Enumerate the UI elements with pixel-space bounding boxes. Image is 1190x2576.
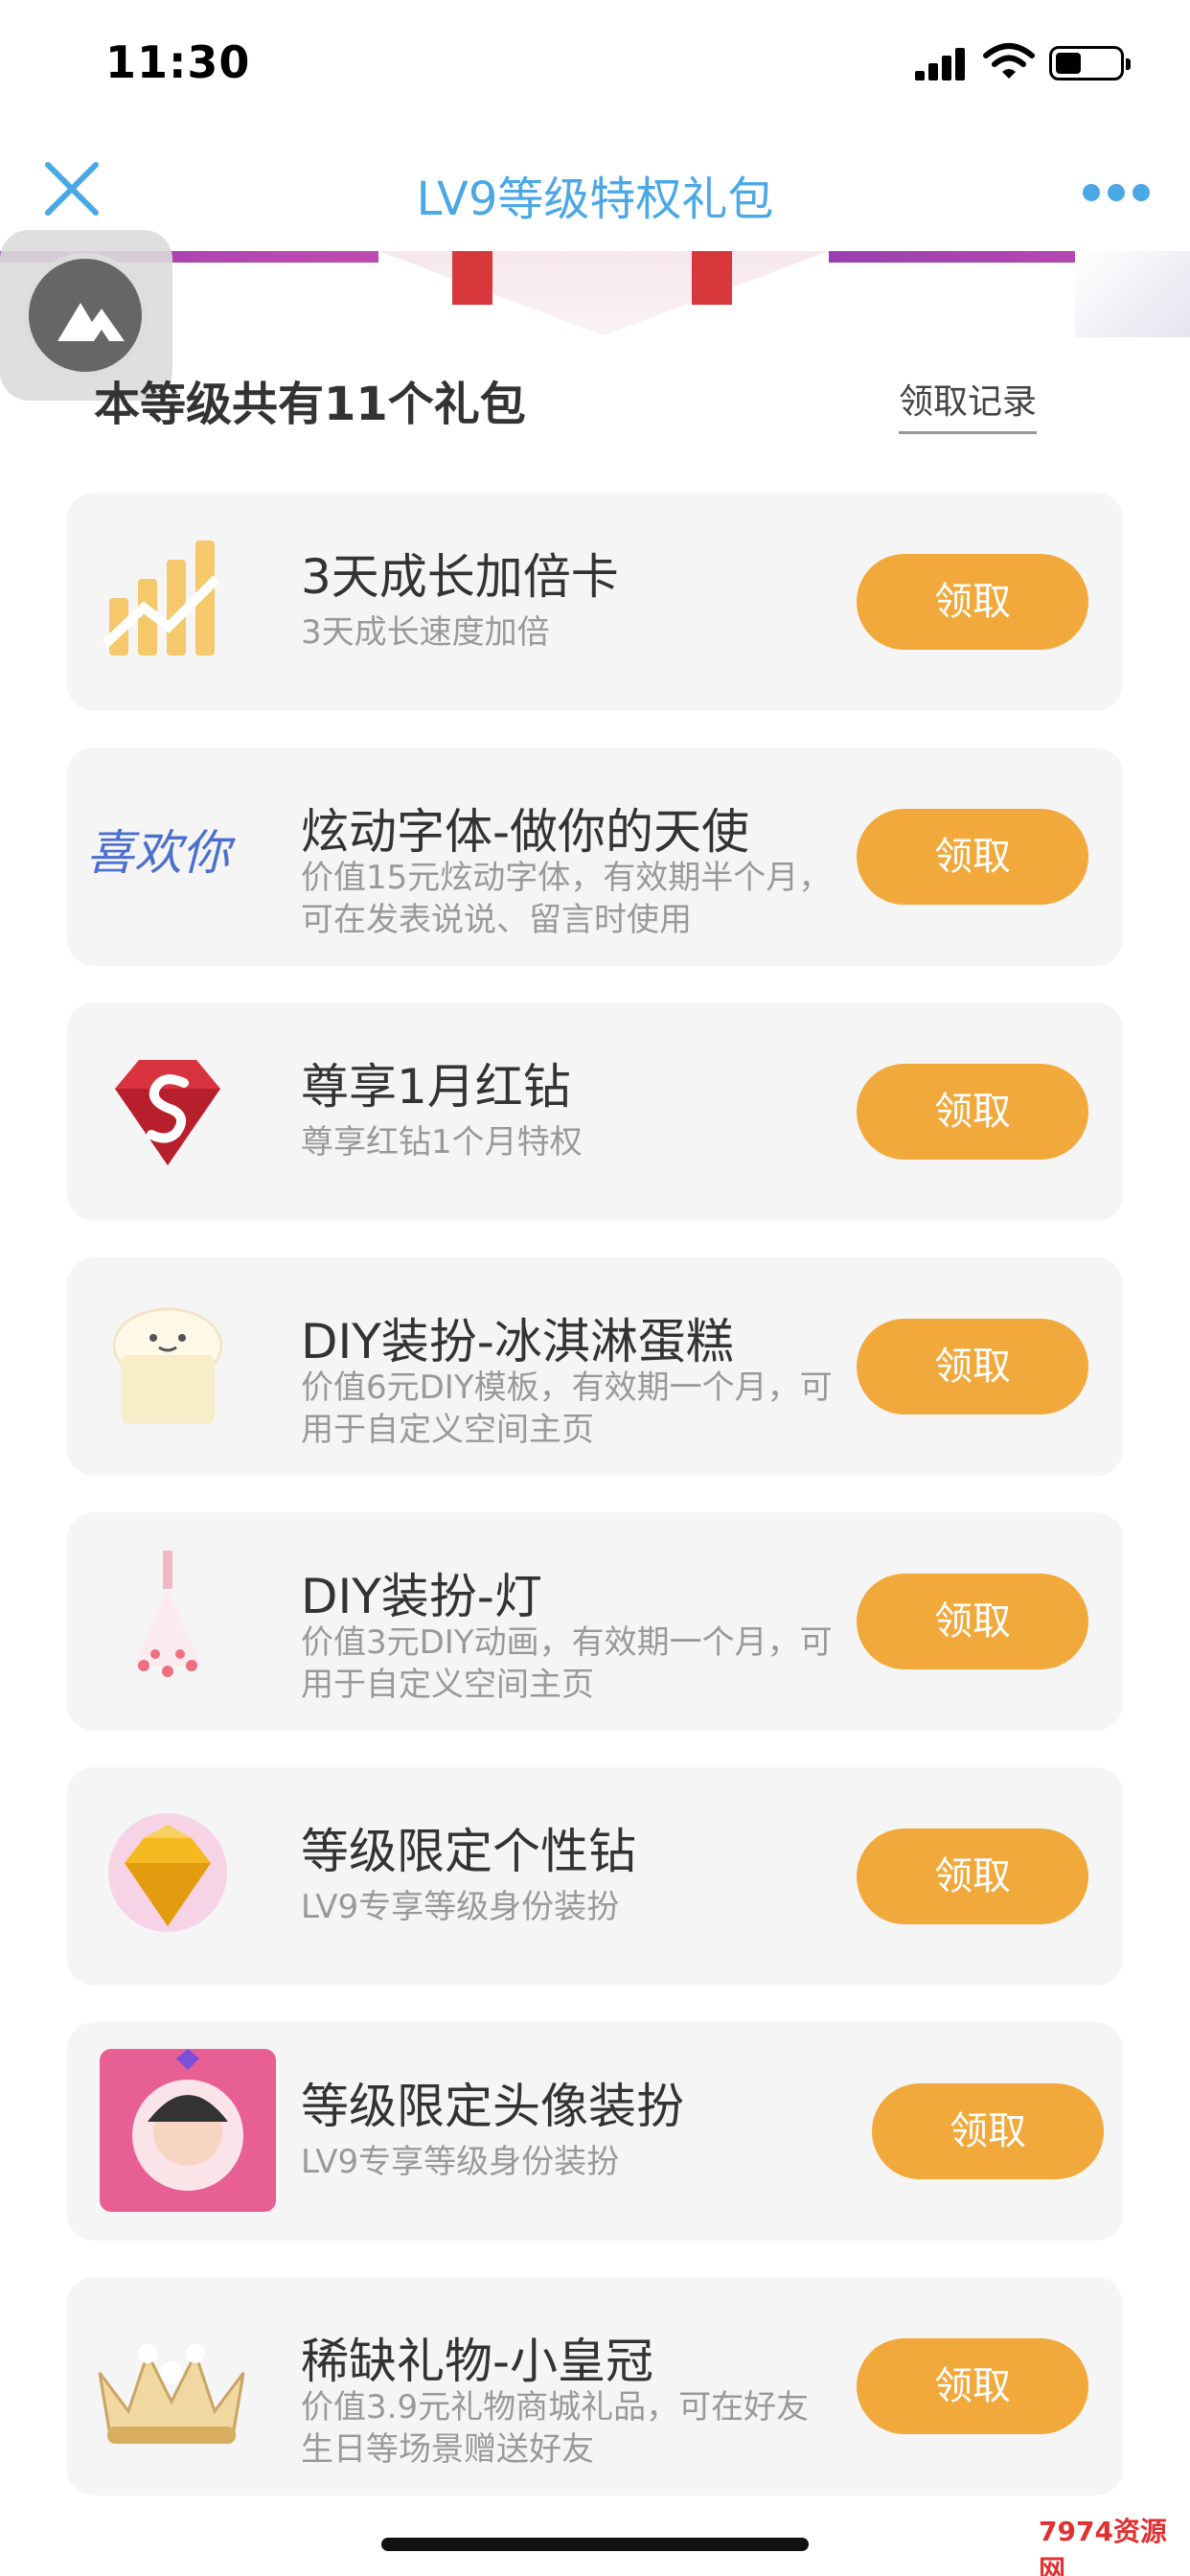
gift-desc: 价值3元DIY动画，有效期一个月，可用于自定义空间主页 bbox=[301, 1623, 833, 1704]
claim-button[interactable]: 领取 bbox=[857, 1319, 1088, 1414]
avatar-frame-icon bbox=[100, 2049, 276, 2212]
gift-banner bbox=[0, 251, 1190, 337]
light-hearts-icon bbox=[134, 1551, 201, 1677]
home-indicator bbox=[381, 2538, 809, 2551]
gift-desc: LV9专享等级身份装扮 bbox=[301, 1888, 620, 1926]
gift-desc: 3天成长速度加倍 bbox=[301, 613, 550, 652]
red-diamond-icon bbox=[115, 1060, 220, 1165]
gift-title: DIY装扮-灯 bbox=[301, 1569, 542, 1624]
gift-card: 等级限定个性钻 LV9专享等级身份装扮 领取 bbox=[67, 1767, 1123, 1986]
claim-button[interactable]: 领取 bbox=[857, 2338, 1088, 2434]
gift-title: 等级限定头像装扮 bbox=[301, 2079, 684, 2134]
gift-title: 炫动字体-做你的天使 bbox=[301, 804, 750, 860]
nav-bar: LV9等级特权礼包 bbox=[0, 126, 1190, 251]
claim-button[interactable]: 领取 bbox=[857, 554, 1088, 650]
gift-title: 3天成长加倍卡 bbox=[301, 549, 619, 605]
status-time: 11:30 bbox=[105, 36, 251, 88]
gift-title: 等级限定个性钻 bbox=[301, 1824, 636, 1879]
section-title: 本等级共有11个礼包 bbox=[94, 378, 526, 431]
gift-desc: LV9专享等级身份装扮 bbox=[301, 2143, 620, 2181]
gift-card: 等级限定头像装扮 LV9专享等级身份装扮 领取 bbox=[67, 2022, 1123, 2241]
gift-box-image bbox=[378, 251, 829, 335]
claim-button[interactable]: 领取 bbox=[857, 1574, 1088, 1669]
crown-icon bbox=[98, 2344, 245, 2444]
font-sample-icon: 喜欢你 bbox=[86, 825, 230, 881]
more-icon[interactable] bbox=[1083, 184, 1150, 203]
gold-diamond-icon bbox=[108, 1813, 227, 1932]
gift-desc: 价值3.9元礼物商城礼品，可在好友生日等场景赠送好友 bbox=[301, 2388, 810, 2469]
gift-card: DIY装扮-灯 价值3元DIY动画，有效期一个月，可用于自定义空间主页 领取 bbox=[67, 1512, 1123, 1731]
gift-card: 3天成长加倍卡 3天成长速度加倍 领取 bbox=[67, 493, 1123, 711]
gift-title: 尊享1月红钻 bbox=[301, 1059, 571, 1115]
growth-chart-icon bbox=[102, 540, 220, 656]
gift-desc: 价值15元炫动字体，有效期半个月，可在发表说说、留言时使用 bbox=[301, 859, 832, 939]
cellular-signal-icon bbox=[915, 46, 969, 80]
gift-card: 尊享1月红钻 尊享红钻1个月特权 领取 bbox=[67, 1002, 1123, 1221]
mountain-logo-icon bbox=[57, 303, 125, 341]
wifi-icon bbox=[983, 43, 1035, 79]
status-bar: 11:30 bbox=[0, 0, 1190, 126]
battery-icon bbox=[1049, 46, 1131, 80]
claim-button[interactable]: 领取 bbox=[857, 1064, 1088, 1160]
gift-card: DIY装扮-冰淇淋蛋糕 价值6元DIY模板，有效期一个月，可用于自定义空间主页 … bbox=[67, 1257, 1123, 1476]
claim-button[interactable]: 领取 bbox=[857, 809, 1088, 905]
gift-desc: 价值6元DIY模板，有效期一个月，可用于自定义空间主页 bbox=[301, 1368, 833, 1449]
gift-title: 稀缺礼物-小皇冠 bbox=[301, 2334, 654, 2389]
page-title: LV9等级特权礼包 bbox=[416, 172, 774, 226]
page: 11:30 LV9等级特权礼包 本等级共有11个礼包 领取记录 3天成长加倍卡 … bbox=[0, 0, 1190, 2576]
claim-record-link[interactable]: 领取记录 bbox=[899, 374, 1038, 434]
claim-button[interactable]: 领取 bbox=[872, 2083, 1104, 2179]
ice-cream-cake-icon bbox=[112, 1307, 223, 1424]
watermark: 7974资源网 bbox=[1039, 2516, 1167, 2576]
gift-title: DIY装扮-冰淇淋蛋糕 bbox=[301, 1314, 734, 1369]
gift-card: 喜欢你 炫动字体-做你的天使 价值15元炫动字体，有效期半个月，可在发表说说、留… bbox=[67, 748, 1123, 966]
claim-button[interactable]: 领取 bbox=[857, 1828, 1088, 1924]
gift-desc: 尊享红钻1个月特权 bbox=[301, 1123, 583, 1162]
gift-card: 稀缺礼物-小皇冠 价值3.9元礼物商城礼品，可在好友生日等场景赠送好友 领取 bbox=[67, 2277, 1123, 2496]
